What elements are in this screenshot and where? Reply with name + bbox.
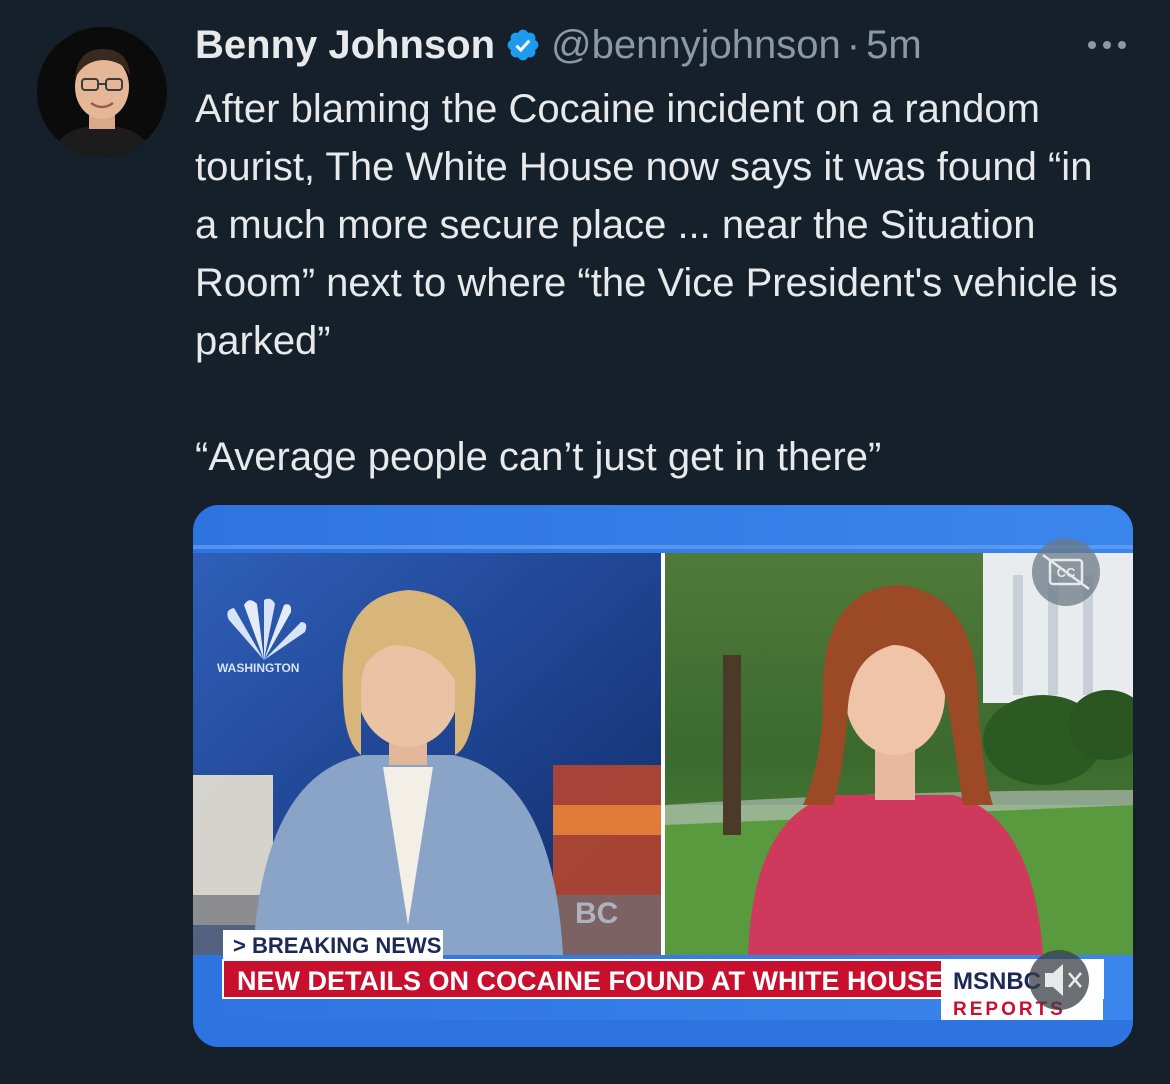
more-options-icon[interactable] (1084, 30, 1130, 60)
tweet-paragraph: After blaming the Cocaine incident on a … (195, 87, 1118, 363)
author-avatar[interactable] (37, 27, 167, 157)
tweet-video[interactable]: WASHINGTON BC > BREAKING NEWS NEW DETAIL… (193, 505, 1133, 1047)
avatar-portrait (37, 27, 167, 157)
closed-captions-icon[interactable]: CC (1032, 538, 1100, 606)
verified-badge-icon (505, 27, 541, 63)
tweet-header: Benny Johnson @bennyjohnson · 5m (195, 20, 922, 70)
right-panel-outdoor (665, 553, 1133, 955)
left-panel-studio: WASHINGTON BC (193, 553, 663, 955)
studio-logo-text: WASHINGTON (217, 661, 299, 675)
tweet-text: After blaming the Cocaine incident on a … (195, 80, 1125, 486)
tweet-quote-paragraph: “Average people can’t just get in there” (195, 435, 882, 479)
studio-wall-text: BC (575, 897, 618, 930)
breaking-headline: NEW DETAILS ON COCAINE FOUND AT WHITE HO… (237, 966, 943, 996)
speaker-mute-icon[interactable] (1029, 950, 1089, 1010)
network-logo-text: MSNBC (953, 968, 1041, 995)
breaking-news-label: > BREAKING NEWS (233, 933, 441, 958)
tweet-timestamp[interactable]: 5m (866, 23, 922, 68)
author-handle[interactable]: @bennyjohnson (551, 23, 841, 68)
video-frame: WASHINGTON BC > BREAKING NEWS NEW DETAIL… (193, 505, 1133, 1047)
separator-dot: · (846, 22, 861, 67)
author-name[interactable]: Benny Johnson (195, 23, 495, 68)
tweet: Benny Johnson @bennyjohnson · 5m After b… (0, 0, 1170, 1084)
